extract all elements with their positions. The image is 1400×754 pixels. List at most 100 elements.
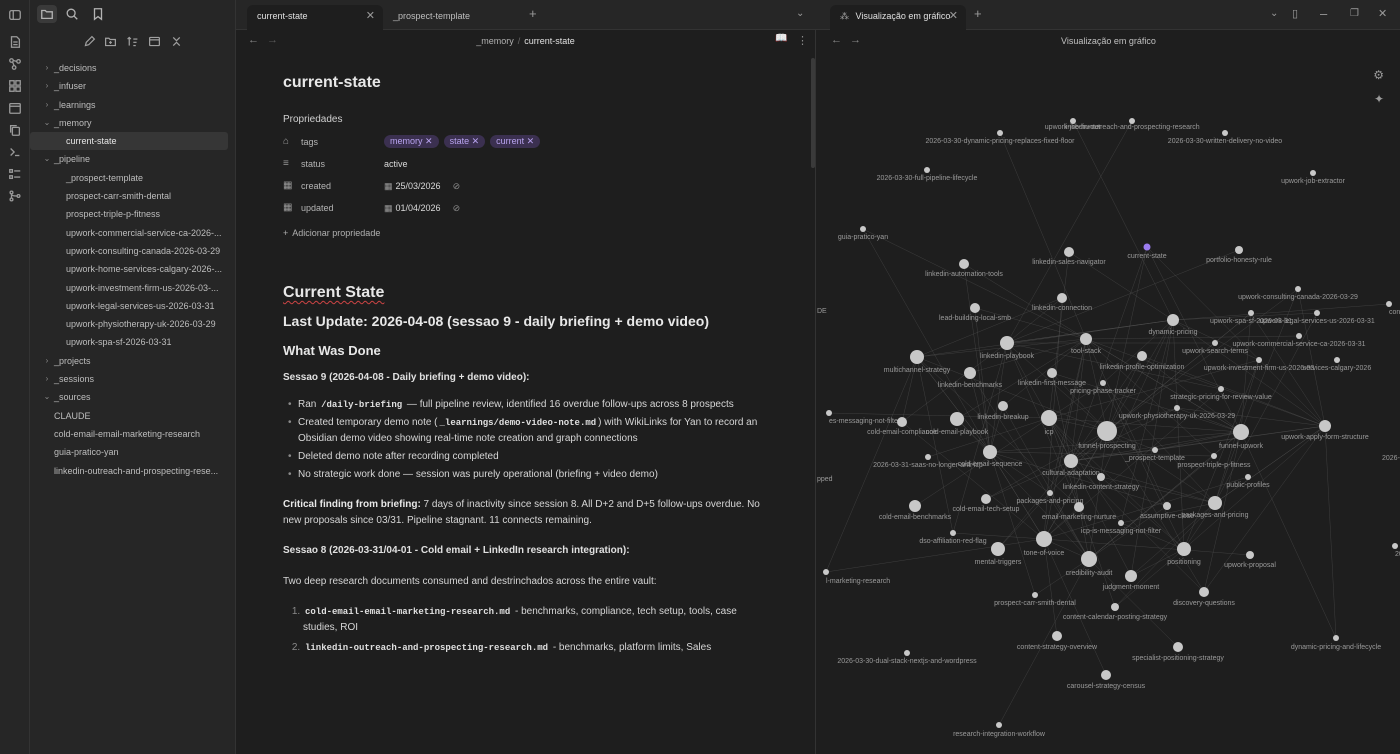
heading-what-was-done[interactable]: What Was Done bbox=[283, 343, 761, 358]
collapse-all-icon[interactable] bbox=[166, 32, 186, 50]
graph-node-pped[interactable]: pped bbox=[817, 476, 833, 483]
link-icon[interactable]: ⊘ bbox=[453, 203, 461, 213]
graph-node-circle[interactable] bbox=[1177, 542, 1191, 556]
graph-node-prospect-carr-smith-dental[interactable]: prospect-carr-smith-dental bbox=[994, 592, 1076, 607]
graph-node-circle[interactable] bbox=[1101, 670, 1111, 680]
file-item[interactable]: upwork-spa-sf-2026-03-31 bbox=[30, 333, 236, 351]
graph-node-upwork-job-extractor[interactable]: upwork-job-extractor bbox=[1281, 170, 1346, 185]
chevron-down-icon[interactable]: ⌄ bbox=[1270, 7, 1278, 21]
graph-node-circle[interactable] bbox=[991, 542, 1005, 556]
graph-node-circle[interactable] bbox=[904, 650, 910, 656]
graph-node-guia-pratico-yan[interactable]: guia-pratico-yan bbox=[838, 226, 888, 241]
graph-node-circle[interactable] bbox=[823, 569, 829, 575]
tag-pill[interactable]: memory ✕ bbox=[384, 135, 439, 148]
graph-node-mental-triggers[interactable]: mental-triggers bbox=[975, 542, 1022, 566]
graph-node-packages-and-pricing-b[interactable]: packages-and-pricing bbox=[1182, 496, 1249, 519]
graph-node-cold-email-tech-setup[interactable]: cold-email-tech-setup bbox=[953, 494, 1020, 513]
critical-finding-paragraph[interactable]: Critical finding from briefing: 7 days o… bbox=[283, 497, 761, 529]
minimize-icon[interactable]: – bbox=[1320, 7, 1327, 21]
folder-item[interactable]: › _learnings bbox=[30, 96, 236, 114]
graph-node-circle[interactable] bbox=[1212, 340, 1218, 346]
bookmark-icon[interactable] bbox=[88, 5, 108, 23]
graph-node-circle[interactable] bbox=[1152, 447, 1158, 453]
chevron-right-icon[interactable]: › bbox=[42, 59, 52, 77]
graph-node-circle[interactable] bbox=[1248, 310, 1254, 316]
git-icon[interactable] bbox=[7, 188, 23, 204]
graph-node-circle[interactable] bbox=[1163, 502, 1171, 510]
tag-pill[interactable]: state ✕ bbox=[443, 135, 486, 148]
graph-node-2026-03-30-full-pipeline-lifecycle[interactable]: 2026-03-30-full-pipeline-lifecycle bbox=[877, 167, 978, 182]
file-item[interactable]: upwork-consulting-canada-2026-03-29 bbox=[30, 242, 236, 260]
graph-node-funnel-prospecting[interactable]: funnel-prospecting bbox=[1078, 421, 1136, 450]
graph-node-circle[interactable] bbox=[1334, 357, 1340, 363]
graph-node-circle[interactable] bbox=[1100, 380, 1106, 386]
graph-node-circle[interactable] bbox=[1074, 502, 1084, 512]
property-key[interactable]: created bbox=[301, 181, 331, 191]
list-item[interactable]: Created temporary demo note (_learnings/… bbox=[288, 415, 761, 447]
graph-node-credibility-audit[interactable]: credibility-audit bbox=[1066, 551, 1113, 577]
graph-node-circle[interactable] bbox=[1386, 301, 1392, 307]
property-value[interactable]: active bbox=[384, 159, 408, 169]
graph-node-lead-building-local-smb[interactable]: lead-building-local-smb bbox=[939, 303, 1011, 322]
graph-node-circle[interactable] bbox=[1047, 490, 1053, 496]
graph-node-funnel-upwork[interactable]: funnel-upwork bbox=[1219, 424, 1263, 450]
graph-node-linkedin-connection[interactable]: linkedin-connection bbox=[1032, 293, 1092, 312]
folder-item[interactable]: ⌄ _sources bbox=[30, 388, 236, 406]
graph-node-dynamic-pricing[interactable]: dynamic-pricing bbox=[1148, 314, 1198, 336]
copy-icon[interactable] bbox=[7, 122, 23, 138]
graph-node-circle[interactable] bbox=[950, 412, 964, 426]
search-icon[interactable] bbox=[62, 5, 82, 23]
graph-node-circle[interactable] bbox=[925, 454, 931, 460]
note-title[interactable]: current-state bbox=[283, 74, 761, 102]
folder-item[interactable]: › _projects bbox=[30, 352, 236, 370]
property-value[interactable]: memory ✕ state ✕ current ✕ bbox=[384, 135, 545, 148]
collapse-view-icon[interactable] bbox=[144, 32, 164, 50]
property-key[interactable]: tags bbox=[301, 137, 318, 147]
scrollbar[interactable] bbox=[811, 58, 815, 168]
heading-1[interactable]: Current State bbox=[283, 284, 761, 302]
graph-node-circle[interactable] bbox=[1057, 293, 1067, 303]
graph-node-portfolio-honesty-rule[interactable]: portfolio-honesty-rule bbox=[1206, 246, 1272, 264]
graph-node-circle[interactable] bbox=[1081, 551, 1097, 567]
graph-node-circle[interactable] bbox=[1310, 170, 1316, 176]
graph-node-public-profiles[interactable]: public-profiles bbox=[1226, 474, 1270, 489]
graph-node-circle[interactable] bbox=[1392, 543, 1398, 549]
graph-canvas[interactable]: upwork-job-hunterlinkedin-outreach-and-p… bbox=[817, 30, 1400, 754]
graph-node-circle[interactable] bbox=[1137, 351, 1147, 361]
tab-graph-view[interactable]: ⁂ Visualização em gráfico ✕ bbox=[830, 5, 966, 30]
maximize-icon[interactable]: ❐ bbox=[1350, 7, 1359, 21]
graph-node-icp[interactable]: icp bbox=[1041, 410, 1057, 436]
graph-node-2026-03-29[interactable]: 2026-03-29 bbox=[1382, 455, 1400, 462]
list-item[interactable]: Deleted demo note after recording comple… bbox=[288, 449, 761, 465]
add-property-button[interactable]: + Adicionar propriedade bbox=[283, 222, 761, 244]
graph-node-dso-affiliation-red-flag[interactable]: dso-affiliation-red-flag bbox=[919, 530, 987, 545]
graph-node-circle[interactable] bbox=[1064, 247, 1074, 257]
calendar-icon[interactable] bbox=[7, 100, 23, 116]
graph-node-circle[interactable] bbox=[1036, 531, 1052, 547]
graph-node-circle[interactable] bbox=[1235, 246, 1243, 254]
graph-node-circle[interactable] bbox=[924, 167, 930, 173]
file-item[interactable]: current-state bbox=[30, 132, 228, 151]
graph-node-circle[interactable] bbox=[1173, 642, 1183, 652]
graph-node-content-calendar-posting-strategy[interactable]: content-calendar-posting-strategy bbox=[1063, 603, 1168, 621]
graph-node-circle[interactable] bbox=[1295, 286, 1301, 292]
graph-node-research-integration-workflow[interactable]: research-integration-workflow bbox=[953, 722, 1046, 738]
graph-view-icon[interactable] bbox=[7, 56, 23, 72]
graph-node-circle[interactable] bbox=[1233, 424, 1249, 440]
property-value[interactable]: ▦ 01/04/2026 ⊘ bbox=[384, 203, 460, 214]
graph-node-circle[interactable] bbox=[1333, 635, 1339, 641]
file-item[interactable]: prospect-triple-p-fitness bbox=[30, 205, 236, 223]
folder-item[interactable]: ⌄ _pipeline bbox=[30, 150, 236, 168]
more-options-icon[interactable]: ⋮ bbox=[797, 34, 808, 47]
graph-node-circle[interactable] bbox=[959, 259, 969, 269]
graph-node-specialist-positioning-strategy[interactable]: specialist-positioning-strategy bbox=[1132, 642, 1224, 662]
close-icon[interactable]: ✕ bbox=[366, 5, 375, 27]
graph-node-cold-email-benchmarks[interactable]: cold-email-benchmarks bbox=[879, 500, 952, 521]
graph-node-circle[interactable] bbox=[909, 500, 921, 512]
breadcrumb-file[interactable]: current-state bbox=[524, 36, 575, 46]
gear-icon[interactable]: ⚙ bbox=[1373, 68, 1384, 82]
terminal-icon[interactable] bbox=[7, 144, 23, 160]
list-item[interactable]: linkedin-outreach-and-prospecting-resear… bbox=[303, 640, 761, 656]
graph-node-circle[interactable] bbox=[1246, 551, 1254, 559]
graph-node-2026-03-30-dual-stack-nextjs-and-wordpress[interactable]: 2026-03-30-dual-stack-nextjs-and-wordpre… bbox=[837, 650, 977, 665]
